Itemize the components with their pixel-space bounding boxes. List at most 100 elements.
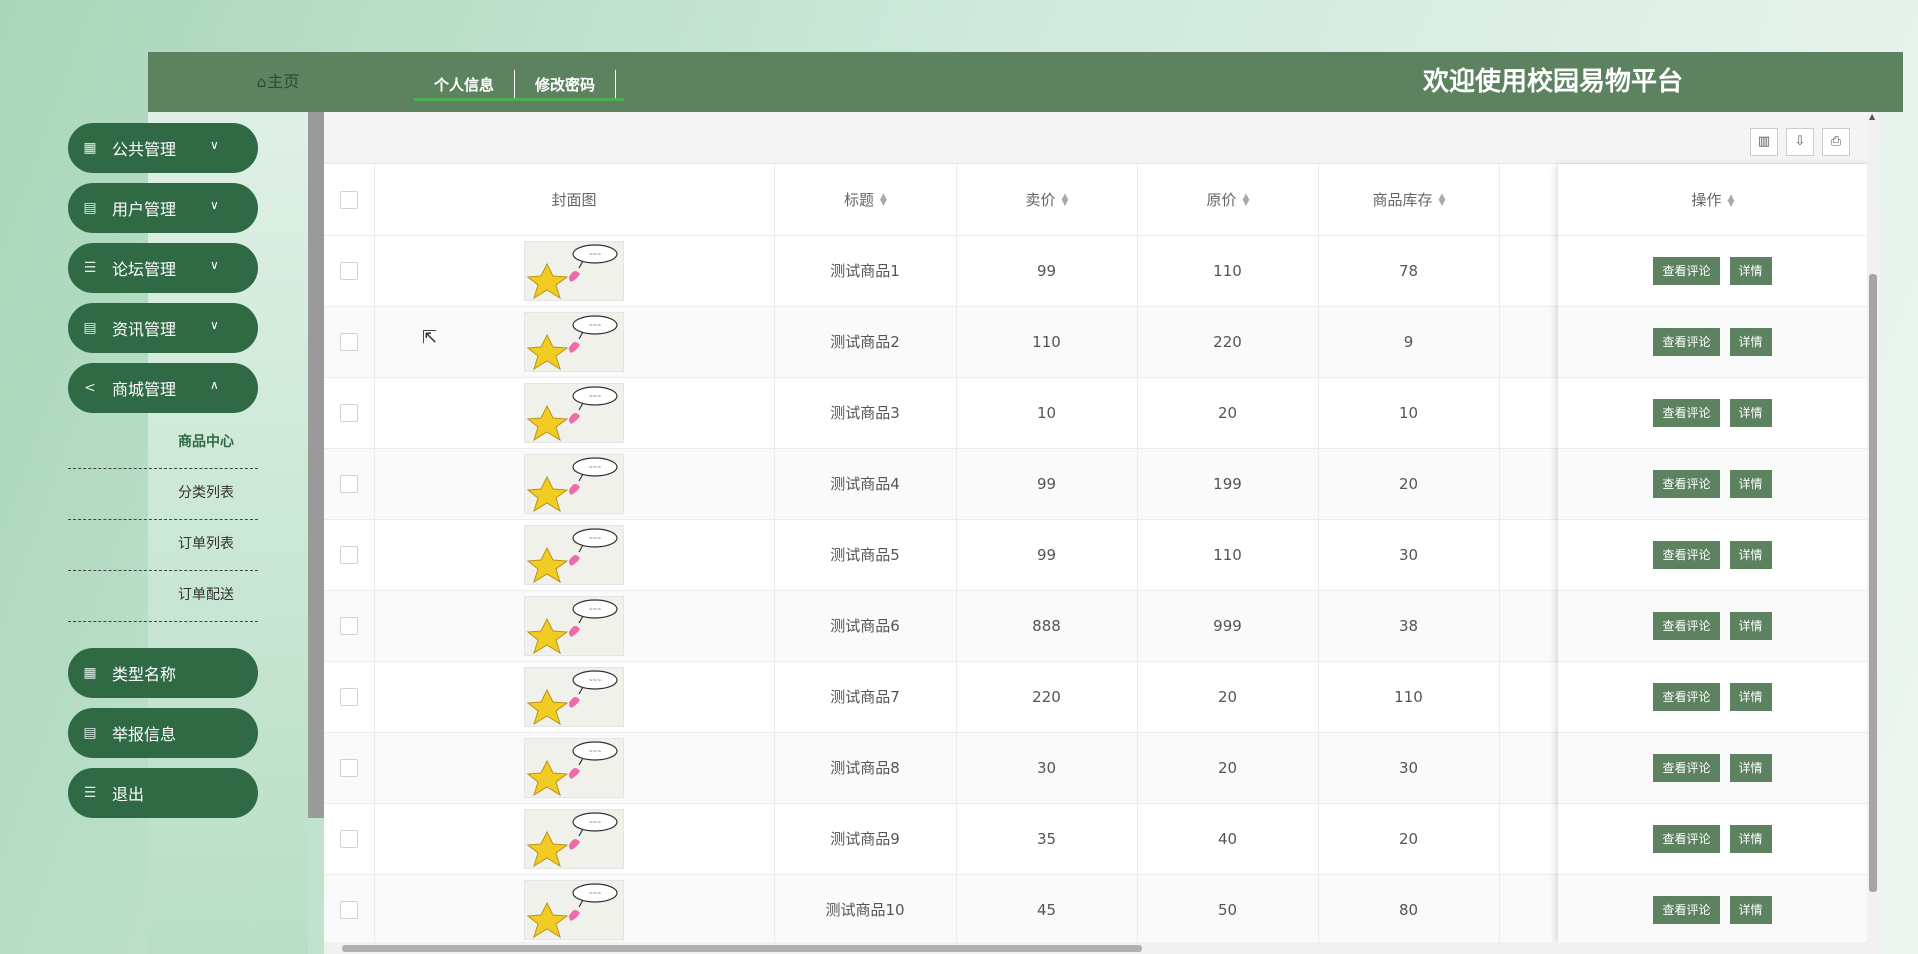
cover-image[interactable]: ~~~ — [524, 808, 624, 869]
view-comments-button[interactable]: 查看评论 — [1653, 896, 1720, 924]
row-checkbox[interactable] — [339, 403, 358, 422]
stock-cell: 80 — [1318, 874, 1500, 946]
detail-button[interactable]: 详情 — [1729, 470, 1772, 498]
select-all-cell — [324, 164, 375, 236]
sidebar-sub-item-order-list[interactable]: 订单列表 — [68, 520, 258, 571]
cover-image[interactable]: ~~~ — [524, 595, 624, 656]
column-header-stock[interactable]: 商品库存 ▲ ▼ — [1318, 164, 1500, 236]
print-icon[interactable]: ⎙ — [1822, 128, 1850, 156]
cover-image[interactable]: ~~~ — [524, 382, 624, 443]
cover-image[interactable]: ~~~ — [524, 666, 624, 727]
column-header-original-price[interactable]: 原价 ▲ ▼ — [1137, 164, 1319, 236]
grid-icon: ▦ — [83, 140, 97, 156]
detail-button[interactable]: 详情 — [1729, 328, 1772, 356]
column-header-cover: 封面图 — [374, 164, 775, 236]
tab-personal-info[interactable]: 个人信息 — [414, 70, 516, 100]
row-checkbox[interactable] — [339, 829, 358, 848]
actions-column: 操作 ▲ ▼ 查看评论 详情 查看评论 详情 查看评论 详情 查看评论 详情 查看评论 详情 查看评论详… — [1558, 164, 1867, 946]
view-comments-button[interactable]: 查看评论 — [1653, 257, 1720, 285]
vertical-scrollbar[interactable]: ▲ — [1867, 112, 1879, 954]
sidebar-item-label: 举报信息 — [112, 725, 177, 744]
original-price-cell: 20 — [1137, 661, 1319, 733]
row-checkbox[interactable] — [339, 687, 358, 706]
sidebar-item-users[interactable]: ▤ 用户管理 ∨ — [68, 183, 258, 233]
view-comments-button[interactable]: 查看评论 — [1653, 825, 1720, 853]
row-checkbox[interactable] — [339, 545, 358, 564]
actions-row: 查看评论 详情 — [1558, 591, 1867, 662]
actions-row: 查看评论 详情 — [1558, 662, 1867, 733]
sort-icon[interactable]: ▲ ▼ — [1062, 193, 1069, 208]
columns-filter-icon[interactable]: ▥ — [1750, 128, 1778, 156]
row-checkbox[interactable] — [339, 474, 358, 493]
cover-image[interactable]: ~~~ — [524, 311, 624, 372]
horizontal-scrollbar-thumb[interactable] — [342, 945, 1142, 952]
view-comments-button[interactable]: 查看评论 — [1653, 683, 1720, 711]
column-header-actions[interactable]: 操作 ▲ ▼ — [1558, 164, 1867, 236]
cover-image[interactable]: ~~~ — [524, 240, 624, 301]
sidebar-item-logout[interactable]: ☰ 退出 — [68, 768, 258, 818]
original-price-cell: 20 — [1137, 732, 1319, 804]
sort-icon[interactable]: ▲ ▼ — [1728, 193, 1735, 208]
sort-icon[interactable]: ▲ ▼ — [880, 193, 887, 208]
vertical-scrollbar-thumb[interactable] — [1869, 274, 1877, 892]
sidebar-item-mall[interactable]: < 商城管理 ∧ — [68, 363, 258, 413]
view-comments-button[interactable]: 查看评论 — [1653, 399, 1720, 427]
sort-icon[interactable]: ▲ ▼ — [1243, 193, 1250, 208]
tab-change-password[interactable]: 修改密码 — [515, 70, 617, 100]
view-comments-button[interactable]: 查看评论 — [1653, 328, 1720, 356]
detail-button[interactable]: 详情 — [1729, 257, 1772, 285]
select-all-checkbox[interactable] — [339, 190, 358, 209]
view-comments-button[interactable]: 查看评论 — [1653, 470, 1720, 498]
row-checkbox[interactable] — [339, 900, 358, 919]
cover-image[interactable]: ~~~ — [524, 524, 624, 585]
view-comments-button[interactable]: 查看评论 — [1653, 754, 1720, 782]
sort-icon[interactable]: ▲ ▼ — [1439, 193, 1446, 208]
sidebar-sub-item-order-delivery[interactable]: 订单配送 — [68, 571, 258, 622]
home-link[interactable]: ⌂主页 — [238, 52, 318, 112]
scroll-up-icon[interactable]: ▲ — [1869, 112, 1875, 121]
detail-button[interactable]: 详情 — [1729, 825, 1772, 853]
sidebar-item-label: 用户管理 — [112, 200, 177, 219]
sidebar-item-forum[interactable]: ☰ 论坛管理 ∨ — [68, 243, 258, 293]
view-comments-button[interactable]: 查看评论 — [1653, 612, 1720, 640]
detail-button[interactable]: 详情 — [1729, 754, 1772, 782]
price-cell: 99 — [956, 519, 1138, 591]
cover-cell: ~~~ — [374, 590, 775, 662]
cover-image[interactable]: ~~~ — [524, 453, 624, 514]
price-cell: 888 — [956, 590, 1138, 662]
row-checkbox[interactable] — [339, 616, 358, 635]
row-checkbox[interactable] — [339, 758, 358, 777]
cover-image[interactable]: ~~~ — [524, 879, 624, 940]
detail-button[interactable]: 详情 — [1729, 399, 1772, 427]
export-icon[interactable]: ⇩ — [1786, 128, 1814, 156]
detail-button[interactable]: 详情 — [1729, 612, 1772, 640]
sidebar-scrollbar[interactable] — [308, 112, 324, 818]
view-comments-button[interactable]: 查看评论 — [1653, 541, 1720, 569]
column-header-title[interactable]: 标题 ▲ ▼ — [774, 164, 957, 236]
row-checkbox[interactable] — [339, 332, 358, 351]
detail-button[interactable]: 详情 — [1729, 541, 1772, 569]
title-cell: 测试商品1 — [774, 235, 957, 307]
sidebar-item-public[interactable]: ▦ 公共管理 ∨ — [68, 123, 258, 173]
sidebar-item-type-name[interactable]: ▦ 类型名称 — [68, 648, 258, 698]
detail-button[interactable]: 详情 — [1729, 683, 1772, 711]
cover-image[interactable]: ~~~ — [524, 737, 624, 798]
column-header-price[interactable]: 卖价 ▲ ▼ — [956, 164, 1138, 236]
price-cell: 10 — [956, 377, 1138, 449]
sidebar-item-report[interactable]: ▤ 举报信息 — [68, 708, 258, 758]
svg-text:~~~: ~~~ — [589, 536, 602, 542]
book-icon: ▤ — [83, 725, 97, 741]
sidebar-sub-item-goods-center[interactable]: 商品中心 — [68, 418, 258, 469]
detail-button[interactable]: 详情 — [1729, 896, 1772, 924]
book-icon: ▤ — [83, 320, 97, 336]
row-checkbox[interactable] — [339, 261, 358, 280]
stock-cell: 10 — [1318, 377, 1500, 449]
sidebar-sub-item-category-list[interactable]: 分类列表 — [68, 469, 258, 520]
cover-cell: ~~~ — [374, 732, 775, 804]
cover-cell: ~~~ — [374, 448, 775, 520]
svg-text:~~~: ~~~ — [589, 820, 602, 826]
horizontal-scrollbar[interactable] — [324, 942, 1867, 954]
sidebar-item-news[interactable]: ▤ 资讯管理 ∨ — [68, 303, 258, 353]
svg-text:~~~: ~~~ — [589, 891, 602, 897]
title-cell: 测试商品3 — [774, 377, 957, 449]
